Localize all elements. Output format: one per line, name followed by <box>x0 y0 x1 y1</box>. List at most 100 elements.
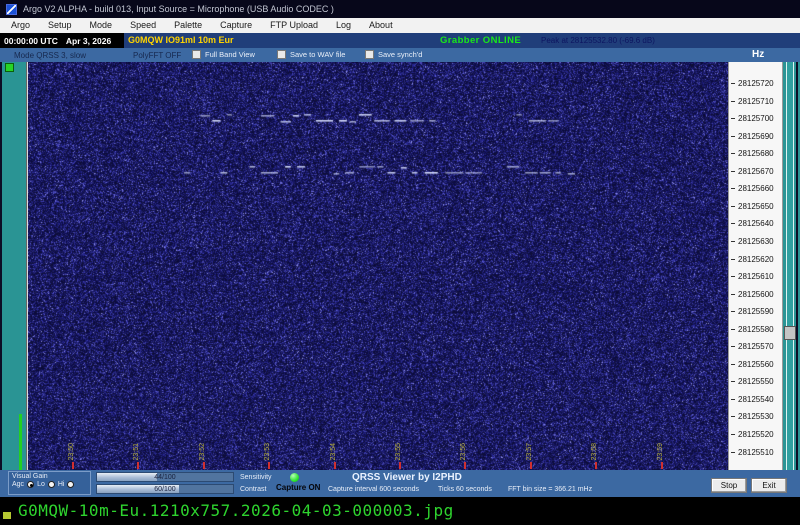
freq-tick: 28125720 <box>729 79 782 88</box>
freq-tick-value: 28125680 <box>738 149 774 159</box>
time-tick-label: 23:57 <box>525 443 533 461</box>
checkbox-icon[interactable] <box>192 50 201 59</box>
left-margin-strip <box>0 62 29 470</box>
menu-item-palette[interactable]: Palette <box>165 18 211 33</box>
gain-radio-hi[interactable] <box>67 481 75 488</box>
marker-slider-thumb[interactable] <box>5 63 14 72</box>
checkbox-label: Save to WAV file <box>290 50 346 59</box>
freq-tick: 28125560 <box>729 360 782 369</box>
checkbox-icon[interactable] <box>365 50 374 59</box>
visual-gain-label: Visual Gain <box>12 473 48 480</box>
contrast-value: 60/100 <box>154 486 176 493</box>
freq-tick-value: 28125550 <box>738 377 774 387</box>
time-tick-mark <box>137 462 140 469</box>
gain-radio-lo[interactable] <box>47 481 55 488</box>
menu-item-capture[interactable]: Capture <box>211 18 261 33</box>
freq-tick-value: 28125560 <box>738 359 774 369</box>
time-tick-label: 23:54 <box>329 443 337 461</box>
freq-tick: 28125670 <box>729 167 782 176</box>
scrollbar-thumb[interactable] <box>784 326 796 340</box>
time-tick-label: 23:53 <box>264 443 272 461</box>
freq-tick-value: 28125690 <box>738 131 774 141</box>
peak-readout: Peak at 28125532.80 (-69.6 dB) <box>541 36 655 45</box>
freq-tick-value: 28125590 <box>738 307 774 317</box>
freq-tick-value: 28125530 <box>738 412 774 422</box>
checkbox-label: Full Band View <box>205 50 255 59</box>
time-tick-mark <box>268 462 271 469</box>
time-tick-mark <box>464 462 467 469</box>
frequency-scrollbar[interactable] <box>783 62 798 470</box>
control-bar: Visual Gain Agc Lo Hi 44/100 60/100 Sensit… <box>0 470 800 497</box>
menu-bar: Argo Setup Mode Speed Palette Capture FTP Uplo… <box>0 18 800 33</box>
freq-tick-value: 28125520 <box>738 430 774 439</box>
freq-tick: 28125680 <box>729 149 782 158</box>
menu-item-about[interactable]: About <box>360 18 402 33</box>
freq-tick: 28125650 <box>729 202 782 211</box>
freq-tick: 28125620 <box>729 255 782 264</box>
time-tick-label: 23:51 <box>133 443 141 461</box>
freq-tick-value: 28125620 <box>738 254 774 264</box>
toolbar-row: Mode QRSS 3, slow PolyFFT OFF Full Band … <box>0 48 800 62</box>
utc-date: Apr 3, 2026 <box>65 35 112 46</box>
freq-tick-value: 28125610 <box>738 272 774 282</box>
corner-marker <box>3 512 11 519</box>
menu-item-speed[interactable]: Speed <box>121 18 165 33</box>
freq-tick-value: 28125630 <box>738 236 774 246</box>
time-tick-mark <box>529 462 532 469</box>
checkbox-icon[interactable] <box>277 50 286 59</box>
waterfall-canvas[interactable] <box>28 62 728 470</box>
menu-item-setup[interactable]: Setup <box>39 18 81 33</box>
app-icon <box>6 3 17 15</box>
menu-item-argo[interactable]: Argo <box>2 18 39 33</box>
time-tick-label: 23:55 <box>395 443 402 461</box>
time-tick-label: 23:52 <box>198 443 206 461</box>
scrollbar-track[interactable] <box>786 62 794 470</box>
freq-tick: 28125640 <box>729 219 782 228</box>
time-tick-mark <box>72 462 74 469</box>
gain-option-label: Agc <box>12 481 25 488</box>
freq-tick: 28125550 <box>729 377 782 386</box>
freq-tick: 28125610 <box>729 272 782 281</box>
capture-state: Capture ON <box>276 483 321 492</box>
freq-tick: 28125580 <box>729 325 782 334</box>
ticks-label: Ticks 60 seconds <box>438 486 492 493</box>
stop-button[interactable]: Stop <box>711 478 747 493</box>
menu-item-log[interactable]: Log <box>327 18 360 33</box>
time-tick-mark <box>399 462 401 469</box>
contrast-slider[interactable]: 60/100 <box>96 484 234 494</box>
freq-tick: 28125510 <box>729 448 782 457</box>
fft-bin-label: FFT bin size = 366.21 mHz <box>508 486 593 493</box>
argo-window: Argo V2 ALPHA - build 013, Input Source … <box>0 0 800 525</box>
band-indicator-line <box>19 414 22 470</box>
freq-tick-value: 28125570 <box>738 342 774 352</box>
hz-unit-label: Hz <box>752 49 765 60</box>
freq-tick-value: 28125540 <box>738 394 774 404</box>
sensitivity-label: Sensitivity <box>240 474 272 481</box>
freq-tick-value: 28125710 <box>738 96 774 106</box>
freq-tick-value: 28125700 <box>738 114 774 124</box>
save-synchd-checkbox[interactable]: Save synch'd <box>365 50 422 59</box>
checkbox-label: Save synch'd <box>378 50 423 59</box>
waterfall-area: 23:50 23:51 23:52 23:53 23:54 23:55 23:56 23:57… <box>0 62 800 470</box>
exit-button[interactable]: Exit <box>751 478 787 493</box>
freq-tick: 28125570 <box>729 342 782 351</box>
utc-time: 00:00:00 UTC <box>4 35 58 46</box>
freq-tick: 28125590 <box>729 307 782 316</box>
capture-led-icon <box>290 473 299 482</box>
gain-radio-agc[interactable] <box>27 481 35 488</box>
freq-tick-value: 28125670 <box>738 166 774 176</box>
save-wav-checkbox[interactable]: Save to WAV file <box>277 50 345 59</box>
window-title: Argo V2 ALPHA - build 013, Input Source … <box>23 4 334 14</box>
menu-item-mode[interactable]: Mode <box>81 18 122 33</box>
full-band-view-checkbox[interactable]: Full Band View <box>192 50 255 59</box>
utc-clock: 00:00:00 UTC Apr 3, 2026 <box>0 33 124 48</box>
menu-item-ftp-upload[interactable]: FTP Upload <box>261 18 327 33</box>
visual-gain-group: Visual Gain Agc Lo Hi <box>8 471 91 495</box>
capture-interval-label: Capture interval 600 seconds <box>328 486 420 493</box>
freq-tick-value: 28125580 <box>738 324 774 334</box>
status-row: 00:00:00 UTC Apr 3, 2026 G0MQW IO91ml 10… <box>0 33 800 48</box>
frequency-scale: 28125720 28125710 28125700 28125690 28125680… <box>728 62 783 470</box>
freq-tick-value: 28125660 <box>738 184 774 194</box>
sensitivity-slider[interactable]: 44/100 <box>96 472 234 482</box>
freq-tick: 28125710 <box>729 97 782 106</box>
